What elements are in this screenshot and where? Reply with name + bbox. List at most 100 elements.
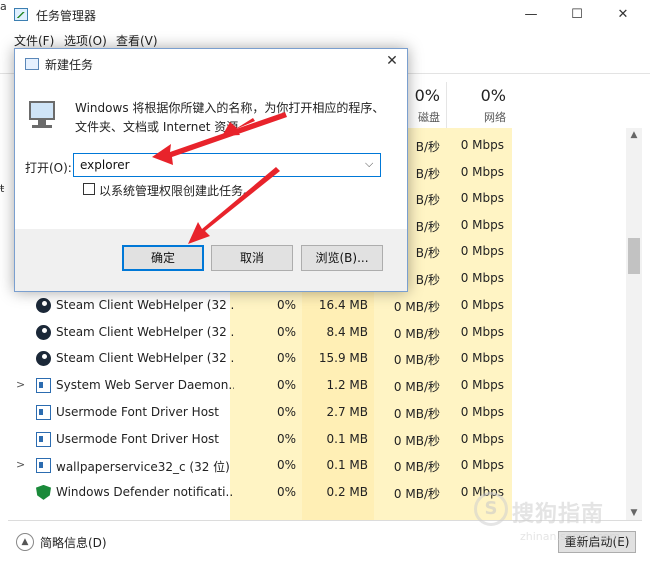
- table-row[interactable]: Usermode Font Driver Host 0% 2.7 MB 0 MB/秒 0…: [8, 399, 620, 426]
- table-row[interactable]: > System Web Server Daemon... 0% 1.2 MB 0 MB…: [8, 372, 620, 399]
- memory-cell: 0.1 MB: [326, 458, 368, 473]
- new-task-dialog: 新建任务 ✕ Windows 将根据你所键入的名称，为你打开相应的程序、文件夹、…: [14, 48, 408, 292]
- process-name: Steam Client WebHelper (32 ...: [56, 351, 234, 366]
- window-title: 任务管理器: [36, 9, 97, 23]
- fewer-details-label: 简略信息(D): [40, 536, 107, 550]
- browse-button[interactable]: 浏览(B)...: [301, 245, 383, 271]
- disk-cell: 0 MB/秒: [393, 326, 440, 341]
- memory-cell: 2.7 MB: [326, 404, 368, 419]
- memory-cell: 8.4 MB: [326, 324, 368, 339]
- watermark-cn: 搜狗指南: [512, 502, 605, 527]
- memory-cell: 1.2 MB: [326, 378, 368, 393]
- network-label: 网络: [484, 111, 506, 124]
- network-cell: 0 Mbps: [460, 351, 504, 366]
- cpu-cell: 0%: [276, 484, 296, 499]
- network-cell: 0 Mbps: [460, 217, 504, 232]
- network-cell: 0 Mbps: [460, 378, 504, 393]
- network-cell: 0 Mbps: [460, 458, 504, 473]
- process-name: Steam Client WebHelper (32 ...: [56, 298, 234, 312]
- network-cell: 0 Mbps: [460, 431, 504, 446]
- cpu-cell: 0%: [276, 351, 296, 366]
- disk-cell: 0 MB/秒: [393, 300, 440, 314]
- clipped-text-left: ŧ: [0, 182, 5, 195]
- process-name: System Web Server Daemon...: [56, 378, 234, 393]
- memory-cell: 15.9 MB: [318, 351, 368, 366]
- menu-view[interactable]: 查看(V): [116, 32, 158, 49]
- app-icon: [36, 404, 51, 420]
- network-cell: 0 Mbps: [460, 270, 504, 285]
- disk-percent: 0%: [414, 86, 440, 105]
- cpu-cell: 0%: [276, 458, 296, 473]
- dialog-body: Windows 将根据你所键入的名称，为你打开相应的程序、文件夹、文档或 Int…: [15, 79, 407, 229]
- run-window-icon: [25, 58, 39, 70]
- steam-icon: [36, 298, 51, 313]
- table-row[interactable]: Usermode Font Driver Host 0% 0.1 MB 0 MB/秒 0…: [8, 426, 620, 453]
- disk-cell: 0 MB/秒: [393, 433, 440, 448]
- cancel-button[interactable]: 取消: [211, 245, 293, 271]
- scroll-thumb[interactable]: [628, 238, 640, 274]
- maximize-icon[interactable]: ☐: [554, 0, 600, 30]
- network-cell: 0 Mbps: [460, 164, 504, 179]
- minimize-icon[interactable]: —: [508, 0, 554, 30]
- watermark-logo-icon: S: [474, 492, 508, 526]
- chevron-down-icon[interactable]: ⌵: [365, 157, 373, 171]
- app-icon: [36, 458, 51, 474]
- app-icon: [36, 431, 51, 447]
- table-row[interactable]: Steam Client WebHelper (32 ... 0% 16.4 MB 0…: [8, 292, 620, 319]
- expand-chevron-icon[interactable]: >: [16, 378, 25, 391]
- menu-file[interactable]: 文件(F): [14, 32, 54, 49]
- open-label: 打开(O):: [25, 161, 72, 175]
- network-cell: 0 Mbps: [460, 244, 504, 258]
- process-name: Usermode Font Driver Host: [56, 431, 219, 446]
- cpu-cell: 0%: [276, 298, 296, 312]
- watermark-en: zhinan.sogou.com: [520, 530, 621, 543]
- disk-cell: 0 MB/秒: [393, 460, 440, 475]
- process-name: Steam Client WebHelper (32 ...: [56, 324, 234, 339]
- run-computer-icon: [27, 101, 59, 129]
- dialog-title: 新建任务: [45, 58, 94, 72]
- dialog-close-icon[interactable]: ✕: [379, 53, 405, 75]
- vertical-scrollbar[interactable]: ▲ ▼: [626, 128, 642, 520]
- table-row[interactable]: Steam Client WebHelper (32 ... 0% 8.4 MB 0 …: [8, 319, 620, 346]
- chevron-up-icon: ▲: [16, 533, 34, 551]
- disk-cell: 0 MB/秒: [393, 380, 440, 395]
- process-name: wallpaperservice32_c (32 位): [56, 460, 230, 475]
- title-bar: 任务管理器 — ☐ ✕: [0, 0, 650, 30]
- network-cell: 0 Mbps: [460, 191, 504, 205]
- disk-cell: 0 MB/秒: [393, 353, 440, 368]
- network-column-header[interactable]: 0% 网络: [446, 82, 512, 128]
- network-cell: 0 Mbps: [460, 324, 504, 339]
- watermark: S 搜狗指南 zhinan.sogou.com: [474, 492, 644, 552]
- memory-cell: 16.4 MB: [318, 298, 368, 312]
- table-row[interactable]: Steam Client WebHelper (32 ... 0% 15.9 MB 0…: [8, 345, 620, 372]
- admin-checkbox[interactable]: [83, 183, 95, 195]
- menu-bar: 文件(F) 选项(O) 查看(V): [0, 30, 650, 50]
- close-icon[interactable]: ✕: [600, 0, 646, 30]
- scroll-up-icon[interactable]: ▲: [626, 130, 642, 140]
- dialog-description: Windows 将根据你所键入的名称，为你打开相应的程序、文件夹、文档或 Int…: [75, 101, 385, 134]
- cpu-cell: 0%: [276, 404, 296, 419]
- network-cell: 0 Mbps: [460, 404, 504, 419]
- ok-button[interactable]: 确定: [122, 245, 204, 271]
- table-row[interactable]: > wallpaperservice32_c (32 位) 0% 0.1 MB 0 MB…: [8, 452, 620, 479]
- clipped-text-top: a: [0, 0, 7, 13]
- task-manager-icon: [14, 8, 28, 21]
- process-name: Windows Defender notificati...: [56, 484, 234, 499]
- steam-icon: [36, 324, 51, 340]
- menu-options[interactable]: 选项(O): [64, 32, 107, 49]
- app-icon: [36, 378, 51, 394]
- network-cell: 0 Mbps: [460, 138, 504, 152]
- process-name: Usermode Font Driver Host: [56, 404, 219, 419]
- admin-checkbox-label[interactable]: 以系统管理权限创建此任务。: [99, 182, 255, 199]
- memory-cell: 0.2 MB: [326, 484, 368, 499]
- disk-cell: 0 MB/秒: [393, 406, 440, 421]
- disk-label: 磁盘: [418, 111, 440, 124]
- cpu-cell: 0%: [276, 431, 296, 446]
- memory-cell: 0.1 MB: [326, 431, 368, 446]
- network-percent: 0%: [480, 86, 506, 105]
- cpu-cell: 0%: [276, 324, 296, 339]
- expand-chevron-icon[interactable]: >: [16, 458, 25, 471]
- open-input[interactable]: explorer: [73, 153, 381, 177]
- network-cell: 0 Mbps: [460, 298, 504, 312]
- dialog-title-bar: 新建任务 ✕: [15, 49, 407, 79]
